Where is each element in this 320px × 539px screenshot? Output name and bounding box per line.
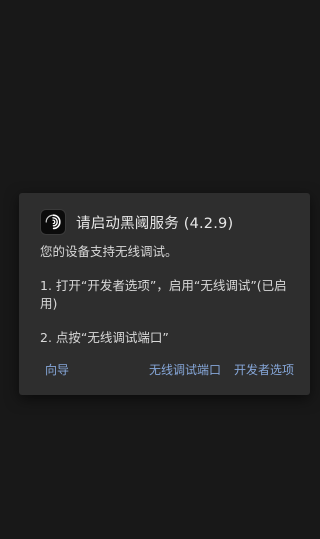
dialog-message: 您的设备支持无线调试。 1. 打开“开发者选项”，启用“无线调试”(已启用) 2…: [40, 243, 298, 347]
wireless-debug-port-button[interactable]: 无线调试端口: [149, 359, 221, 381]
guide-button[interactable]: 向导: [45, 359, 69, 381]
step-one-text: 1. 打开“开发者选项”，启用“无线调试”(已启用): [40, 278, 287, 311]
screen-background: 请启动黑阈服务 (4.2.9) 您的设备支持无线调试。 1. 打开“开发者选项”…: [0, 0, 320, 539]
dialog-header: 请启动黑阈服务 (4.2.9): [40, 209, 233, 235]
support-message: 您的设备支持无线调试。: [40, 244, 178, 259]
dialog-actions: 向导 无线调试端口 开发者选项: [19, 359, 310, 381]
start-service-dialog: 请启动黑阈服务 (4.2.9) 您的设备支持无线调试。 1. 打开“开发者选项”…: [19, 193, 310, 395]
step-two-text: 2. 点按“无线调试端口”: [40, 330, 169, 345]
developer-options-button[interactable]: 开发者选项: [234, 359, 294, 381]
swirl-app-icon: [40, 209, 66, 235]
dialog-title: 请启动黑阈服务 (4.2.9): [76, 215, 234, 232]
